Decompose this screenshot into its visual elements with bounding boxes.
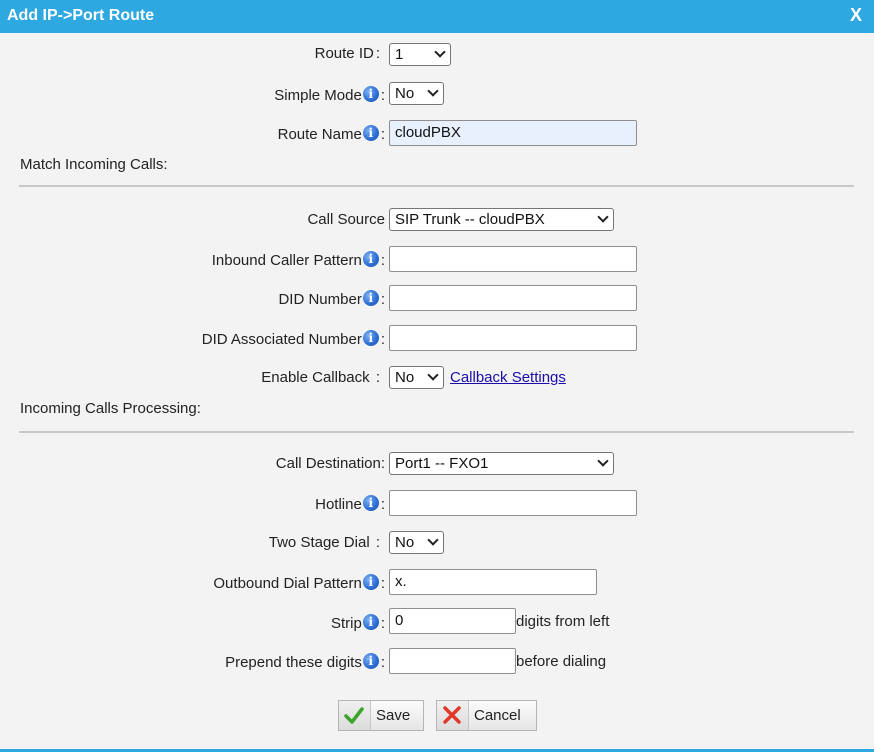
section-incoming-processing: Incoming Calls Processing:	[20, 400, 201, 417]
prepend-input[interactable]	[389, 648, 516, 674]
simple-mode-label: Simple Mode i:	[274, 86, 385, 104]
cancel-button-label: Cancel	[474, 707, 521, 724]
dialog-titlebar: Add IP->Port Route X	[0, 0, 874, 33]
section-match-incoming: Match Incoming Calls:	[20, 156, 168, 173]
chevron-down-icon	[597, 211, 609, 223]
hotline-label: Hotline i:	[315, 495, 385, 513]
callback-settings-link[interactable]: Callback Settings	[450, 369, 566, 386]
enable-callback-select[interactable]: No	[389, 366, 444, 389]
chevron-down-icon	[597, 455, 609, 467]
inbound-caller-pattern-input[interactable]	[389, 246, 637, 272]
outbound-dial-pattern-input[interactable]: x.	[389, 569, 597, 595]
hotline-input[interactable]	[389, 490, 637, 516]
call-source-select[interactable]: SIP Trunk -- cloudPBX	[389, 208, 614, 231]
info-icon[interactable]: i	[362, 495, 379, 511]
info-icon[interactable]: i	[362, 614, 379, 630]
info-icon[interactable]: i	[362, 653, 379, 669]
section-divider	[19, 431, 854, 433]
call-source-label: Call Source	[307, 211, 385, 228]
inbound-caller-pattern-label: Inbound Caller Pattern i:	[211, 251, 385, 269]
chevron-down-icon	[427, 534, 439, 546]
check-icon	[344, 707, 364, 724]
info-icon[interactable]: i	[362, 125, 379, 141]
info-icon[interactable]: i	[362, 330, 379, 346]
info-icon[interactable]: i	[362, 251, 379, 267]
did-associated-number-label: DID Associated Number i:	[201, 330, 385, 348]
info-icon[interactable]: i	[362, 86, 379, 102]
strip-suffix: digits from left	[516, 613, 610, 630]
enable-callback-label: Enable Callback :	[261, 369, 380, 386]
prepend-suffix: before dialing	[516, 653, 607, 670]
simple-mode-select[interactable]: No	[389, 82, 444, 105]
two-stage-dial-select[interactable]: No	[389, 531, 444, 554]
chevron-down-icon	[427, 369, 439, 381]
save-button-label: Save	[376, 707, 411, 724]
strip-input[interactable]: 0	[389, 608, 516, 634]
save-button[interactable]: Save	[338, 700, 424, 731]
outbound-dial-pattern-label: Outbound Dial Pattern i:	[213, 574, 385, 592]
close-button[interactable]: X	[850, 5, 862, 26]
chevron-down-icon	[427, 85, 439, 97]
did-associated-number-input[interactable]	[389, 325, 637, 351]
chevron-down-icon	[434, 46, 446, 58]
call-destination-label: Call Destination:	[275, 455, 385, 472]
route-name-input[interactable]: cloudPBX	[389, 120, 637, 146]
route-name-label: Route Name i:	[277, 125, 385, 143]
route-id-label: Route ID:	[314, 45, 380, 62]
did-number-label: DID Number i:	[278, 290, 385, 308]
two-stage-dial-label: Two Stage Dial :	[268, 534, 380, 551]
info-icon[interactable]: i	[362, 574, 379, 590]
x-icon	[443, 706, 461, 724]
info-icon[interactable]: i	[362, 290, 379, 306]
did-number-input[interactable]	[389, 285, 637, 311]
cancel-button[interactable]: Cancel	[436, 700, 537, 731]
route-id-select[interactable]: 1	[389, 43, 451, 66]
call-destination-select[interactable]: Port1 -- FXO1	[389, 452, 614, 475]
strip-label: Strip i:	[330, 614, 385, 632]
dialog-title: Add IP->Port Route	[7, 7, 155, 24]
section-divider	[19, 185, 854, 187]
prepend-label: Prepend these digits i:	[225, 653, 385, 671]
